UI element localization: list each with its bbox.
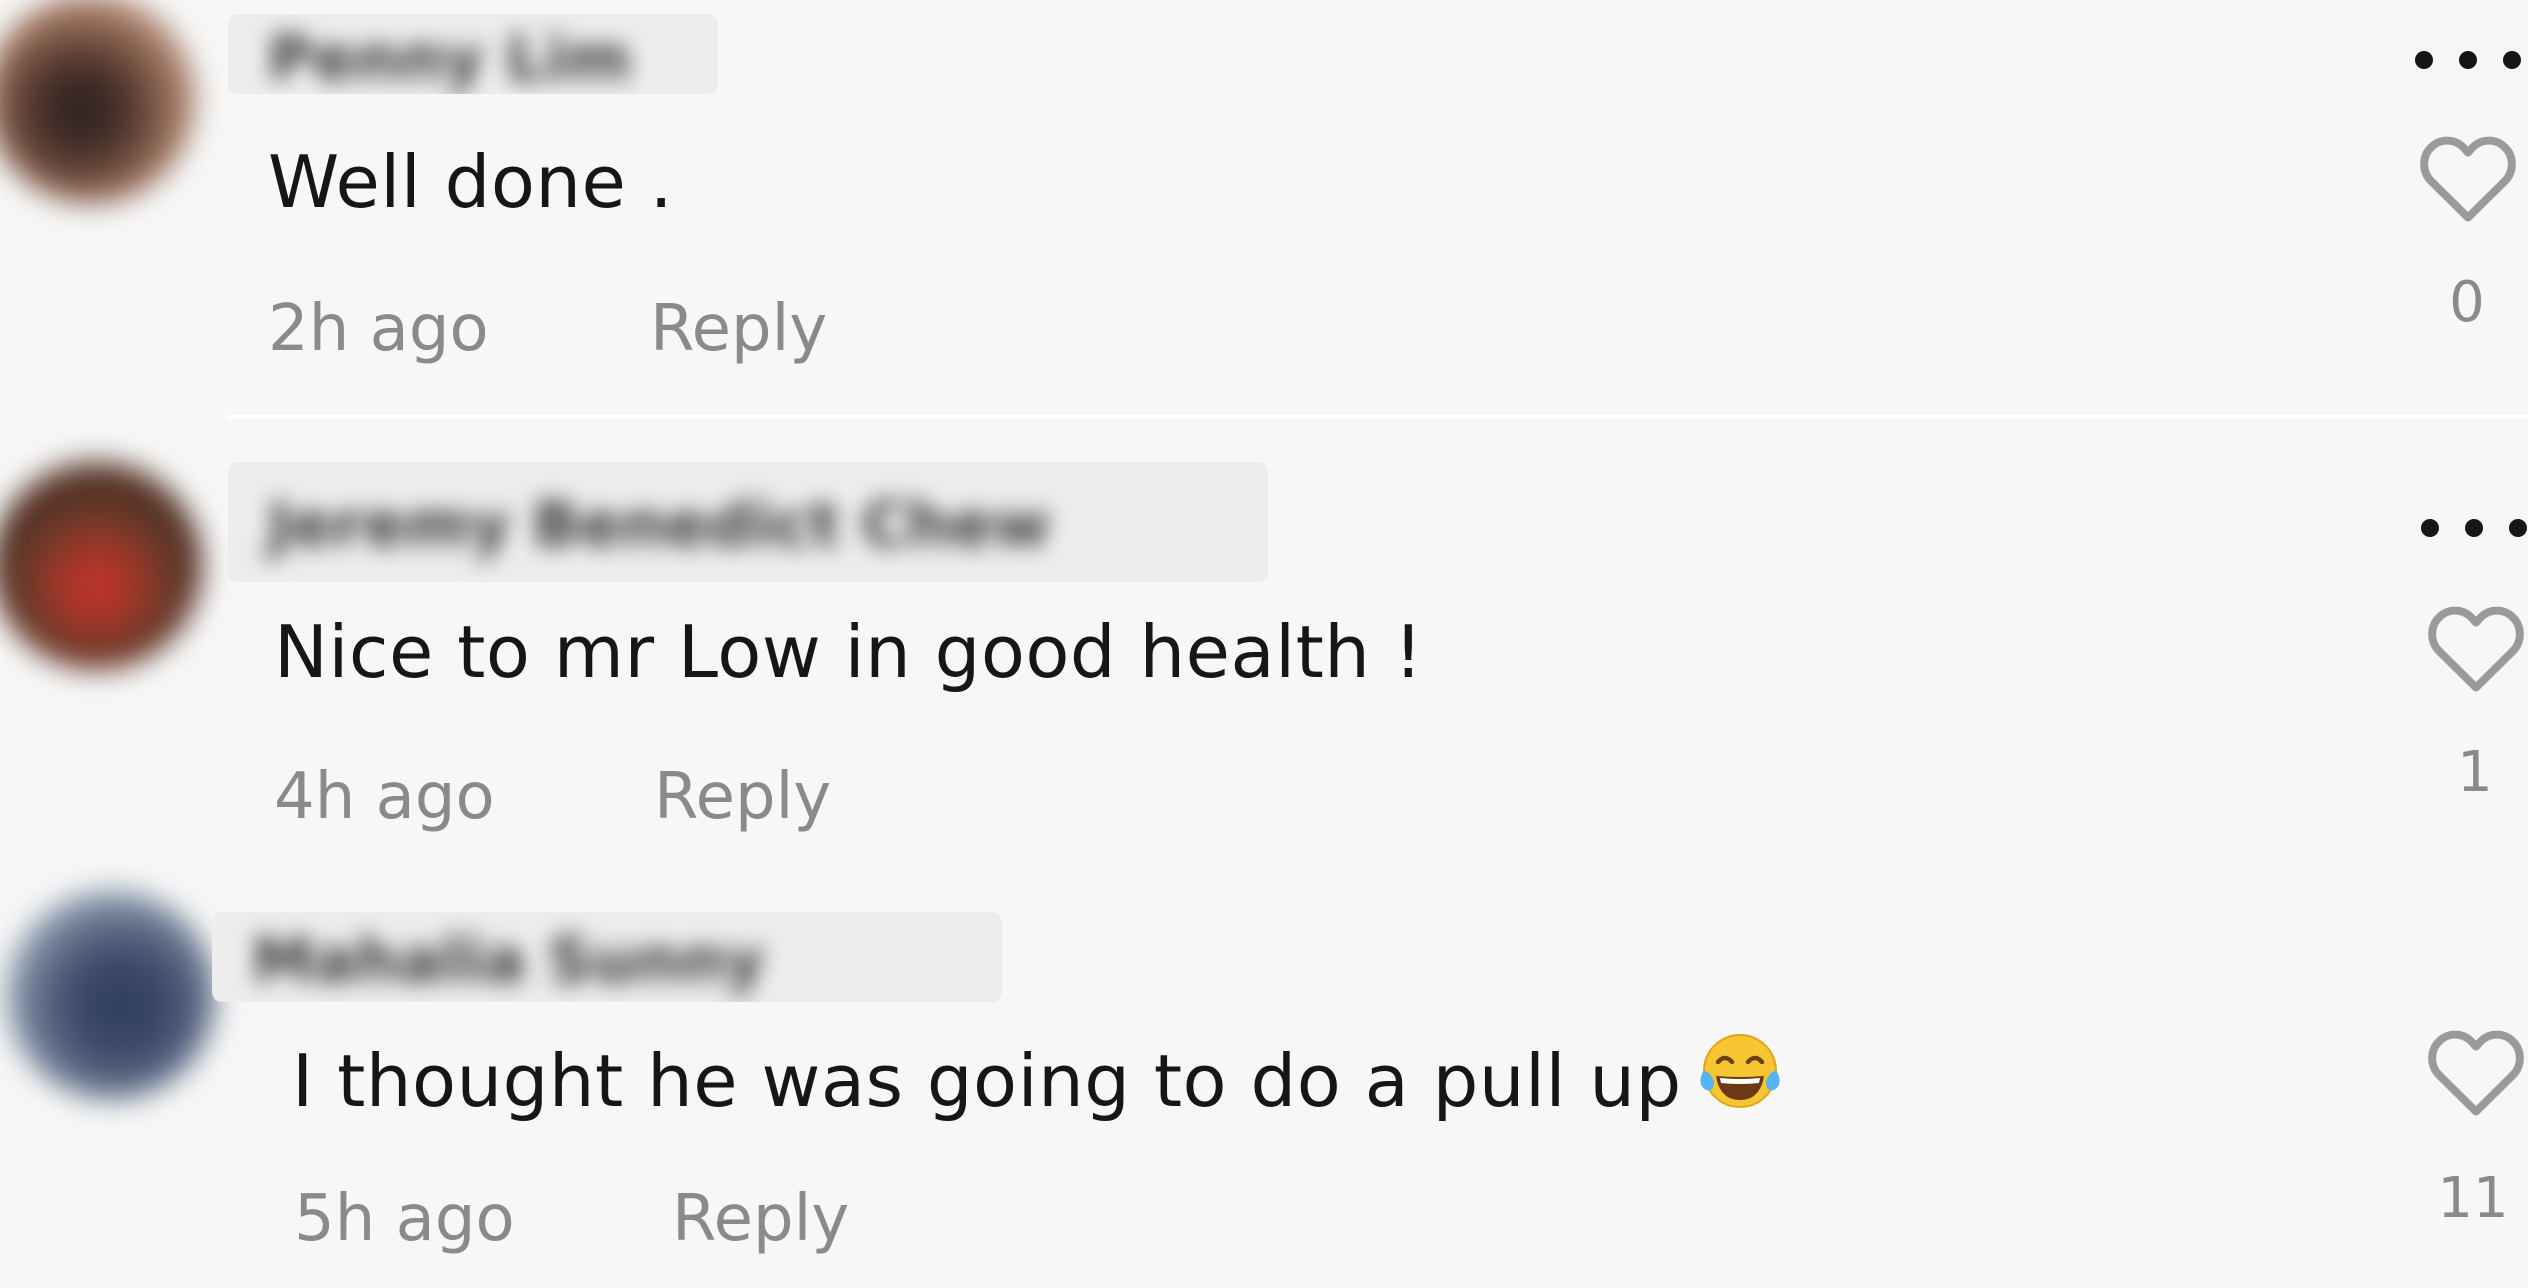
comment-timestamp: 4h ago (274, 760, 495, 834)
like-count: 11 (2437, 1166, 2509, 1231)
reply-button[interactable]: Reply (654, 760, 831, 834)
more-options-icon[interactable] (2414, 508, 2528, 548)
face-with-tears-of-joy-icon (1700, 1034, 1780, 1108)
comment-text: Nice to mr Low in good health ! (274, 610, 1424, 694)
avatar[interactable] (6, 890, 216, 1100)
reply-button[interactable]: Reply (672, 1182, 849, 1256)
like-count: 0 (2449, 270, 2485, 335)
comment-username[interactable]: Jeremy Benedict Chew (228, 462, 1268, 582)
comment-username[interactable]: Mahalia Sunny (212, 912, 1002, 1002)
heart-outline-icon[interactable] (2418, 132, 2518, 224)
avatar[interactable] (0, 460, 202, 670)
comment-timestamp: 5h ago (294, 1182, 515, 1256)
comment-text: Well done . (268, 140, 674, 224)
reply-button[interactable]: Reply (650, 292, 827, 366)
comment-timestamp: 2h ago (268, 292, 489, 366)
comment-list: Penny Lim Well done . 2h ago Reply 0 Jer… (0, 0, 2528, 1288)
heart-outline-icon[interactable] (2426, 602, 2526, 694)
comment-text-content: I thought he was going to do a pull up (292, 1039, 1682, 1123)
comment-text: I thought he was going to do a pull up (292, 1030, 1784, 1123)
avatar[interactable] (0, 0, 196, 204)
comment-username[interactable]: Penny Lim (228, 14, 718, 94)
heart-outline-icon[interactable] (2426, 1026, 2526, 1118)
more-options-icon[interactable] (2408, 40, 2528, 80)
like-count: 1 (2457, 740, 2493, 805)
comment-divider (226, 415, 2528, 419)
